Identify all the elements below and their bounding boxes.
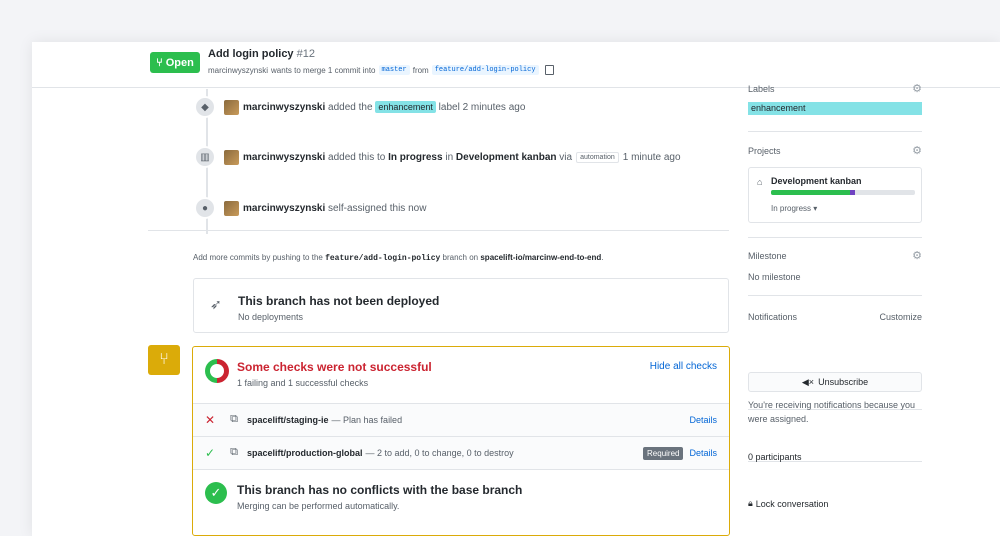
project-progress-bar xyxy=(771,190,915,195)
notifications-heading: Notifications xyxy=(748,312,798,322)
project-icon: ▥ xyxy=(194,146,216,168)
customize-link[interactable]: Customize xyxy=(879,312,922,322)
spacelift-icon: ⧉ xyxy=(230,413,238,425)
person-icon: ● xyxy=(194,197,216,219)
hide-all-checks-link[interactable]: Hide all checks xyxy=(650,361,717,372)
label-chip[interactable]: enhancement xyxy=(375,101,436,113)
hint-branch: feature/add-login-policy xyxy=(325,254,441,263)
sidebar-label-chip[interactable]: enhancement xyxy=(748,102,922,115)
projects-heading[interactable]: Projects xyxy=(748,146,781,156)
lock-icon: 🔒︎ xyxy=(748,498,753,508)
avatar[interactable] xyxy=(224,200,239,216)
check-desc: — Plan has failed xyxy=(331,415,403,425)
labels-heading[interactable]: Labels xyxy=(748,84,775,94)
checks-box: Some checks were not successful 1 failin… xyxy=(192,346,730,536)
checks-summary: 1 failing and 1 successful checks xyxy=(237,378,369,388)
x-icon: ✕ xyxy=(204,413,216,427)
labels-section: Labels ⚙ enhancement xyxy=(748,82,922,132)
check-desc: — 2 to add, 0 to change, 0 to destroy xyxy=(365,448,514,458)
project-card[interactable]: ⌂ Development kanban In progress ▾ xyxy=(748,167,922,223)
automation-chip: automation xyxy=(576,151,619,163)
base-branch[interactable]: master xyxy=(378,65,410,75)
timeline-event-label: ◆ marcinwyszynski added the enhancement … xyxy=(194,94,525,120)
check-row: ✕ ⧉ spacelift/staging-ie — Plan has fail… xyxy=(193,403,729,436)
open-state-badge: ⑂ Open xyxy=(150,52,200,73)
check-name: spacelift/production-global xyxy=(247,448,363,458)
check-details-link[interactable]: Details xyxy=(689,415,717,425)
hint-repo[interactable]: spacelift-io/marcinw-end-to-end xyxy=(480,253,601,262)
gear-icon[interactable]: ⚙ xyxy=(912,144,922,157)
mute-icon: ◀× xyxy=(801,376,815,387)
participants-section: 0 participants xyxy=(748,424,922,462)
tag-icon: ◆ xyxy=(194,96,216,118)
lock-icon: ⌂ xyxy=(757,177,763,187)
pr-subtitle: marcinwyszynski wants to merge 1 commit … xyxy=(208,65,554,75)
participants-count: 0 participants xyxy=(748,452,802,462)
milestone-heading[interactable]: Milestone xyxy=(748,251,787,261)
project-name[interactable]: Development kanban xyxy=(771,176,862,186)
check-circle-icon: ✓ xyxy=(205,482,227,504)
event-author[interactable]: marcinwyszynski xyxy=(243,203,325,214)
notifications-section: Notifications Customize xyxy=(748,312,922,410)
avatar[interactable] xyxy=(224,99,239,115)
checks-status-ring-icon xyxy=(205,359,229,383)
check-icon: ✓ xyxy=(204,446,216,460)
milestone-section: Milestone ⚙ No milestone xyxy=(748,249,922,296)
required-badge: Required xyxy=(643,446,684,460)
spacelift-icon: ⧉ xyxy=(230,446,238,458)
deployment-box: ➶ This branch has not been deployed No d… xyxy=(193,278,729,333)
notification-reason: You're receiving notifications because y… xyxy=(748,400,915,424)
pr-open-icon: ⑂ xyxy=(156,56,163,69)
project-column: In progress xyxy=(388,151,443,163)
divider xyxy=(148,230,729,231)
pr-sticky-header: ⑂ Open Add login policy #12 marcinwyszyn… xyxy=(32,42,1000,88)
timeline-event-project: ▥ marcinwyszynski added this to In progr… xyxy=(194,144,681,170)
checks-header: Some checks were not successful 1 failin… xyxy=(193,347,729,403)
progress-done xyxy=(771,190,851,195)
progress-in-progress xyxy=(850,190,855,195)
unsubscribe-button[interactable]: ◀× Unsubscribe xyxy=(748,372,922,392)
check-row: ✓ ⧉ spacelift/production-global — 2 to a… xyxy=(193,436,729,469)
no-conflicts-title: This branch has no conflicts with the ba… xyxy=(237,483,523,497)
milestone-value: No milestone xyxy=(748,272,801,282)
deployment-subtitle: No deployments xyxy=(238,312,304,322)
pr-title: Add login policy #12 xyxy=(208,48,315,60)
project-board[interactable]: Development kanban xyxy=(456,152,557,163)
no-conflicts-subtitle: Merging can be performed automatically. xyxy=(237,501,400,511)
gear-icon[interactable]: ⚙ xyxy=(912,249,922,262)
timeline-event-assign: ● marcinwyszynski self-assigned this now xyxy=(194,195,426,221)
copy-icon[interactable] xyxy=(544,65,554,75)
check-name: spacelift/staging-ie xyxy=(247,415,329,425)
event-author[interactable]: marcinwyszynski xyxy=(243,102,325,113)
check-details-link[interactable]: Details xyxy=(689,448,717,458)
pr-sidebar: Labels ⚙ enhancement Projects ⚙ ⌂ Develo… xyxy=(748,82,922,536)
lock-conversation-link[interactable]: 🔒︎ Lock conversation xyxy=(748,498,828,509)
project-status-dropdown[interactable]: In progress ▾ xyxy=(771,204,817,213)
avatar[interactable] xyxy=(224,149,239,165)
checks-title: Some checks were not successful xyxy=(237,360,432,374)
git-merge-icon: ⑂ xyxy=(148,345,180,375)
gear-icon[interactable]: ⚙ xyxy=(912,82,922,95)
pr-number: #12 xyxy=(296,48,315,60)
deployment-title: This branch has not been deployed xyxy=(238,294,440,308)
rocket-icon: ➶ xyxy=(210,296,222,312)
event-author[interactable]: marcinwyszynski xyxy=(243,152,325,163)
pr-page: ⑂ Open Add login policy #12 marcinwyszyn… xyxy=(32,42,1000,536)
push-hint: Add more commits by pushing to the featu… xyxy=(193,253,604,263)
no-conflicts-section: ✓ This branch has no conflicts with the … xyxy=(193,469,729,525)
pr-author[interactable]: marcinwyszynski xyxy=(208,66,268,75)
head-branch[interactable]: feature/add-login-policy xyxy=(431,65,539,75)
